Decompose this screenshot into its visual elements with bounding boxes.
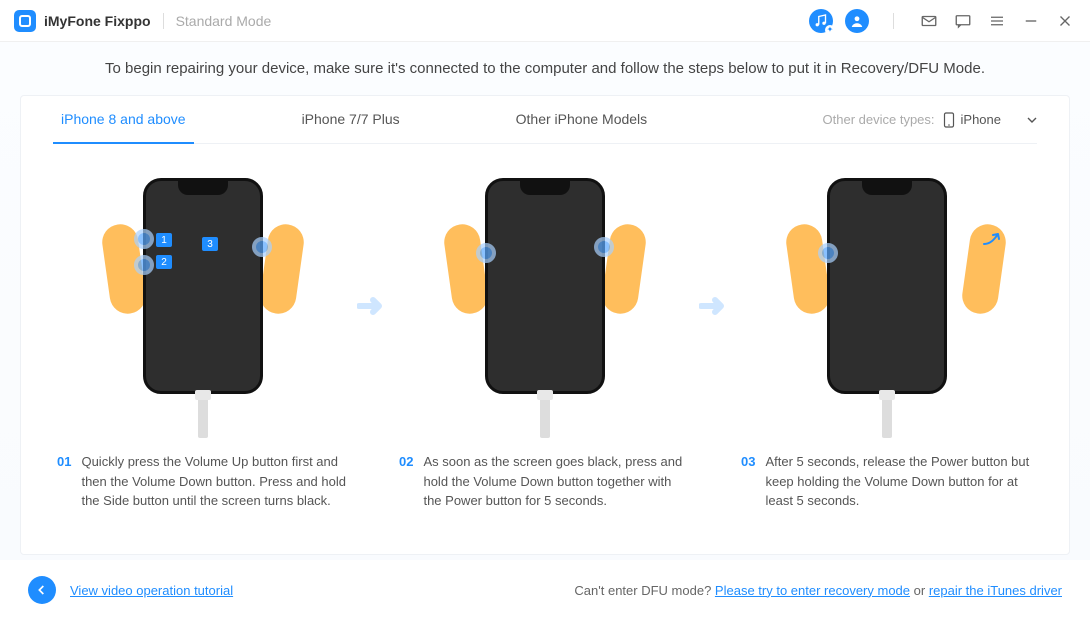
cable-icon (882, 398, 892, 438)
phone-icon: 1 2 3 (143, 178, 263, 394)
tab-iphone8[interactable]: iPhone 8 and above (53, 96, 194, 144)
step-description: As soon as the screen goes black, press … (423, 452, 691, 511)
press-indicator-icon (134, 255, 154, 275)
titlebar-icons: ✦ (809, 9, 1076, 33)
device-type-group: Other device types: iPhone (823, 112, 1037, 128)
step-1: 1 2 3 01 Quickly press the Volume Up but… (53, 174, 353, 511)
phone-icon (943, 112, 955, 128)
press-indicator-icon (252, 237, 272, 257)
instructions-card: iPhone 8 and above iPhone 7/7 Plus Other… (20, 95, 1070, 555)
step-3-illustration (792, 174, 982, 434)
badge-2: 2 (156, 255, 172, 269)
device-type-select[interactable]: iPhone (943, 112, 1037, 128)
cant-enter-label: Can't enter DFU mode? (574, 583, 715, 598)
step-number: 01 (57, 452, 71, 511)
hand-right-icon (258, 222, 306, 316)
step-3: 03 After 5 seconds, release the Power bu… (737, 174, 1037, 511)
cable-icon (540, 398, 550, 438)
or-label: or (914, 583, 929, 598)
press-indicator-icon (476, 243, 496, 263)
cable-icon (198, 398, 208, 438)
divider (163, 13, 164, 29)
comment-icon[interactable] (952, 10, 974, 32)
titlebar: iMyFone Fixppo Standard Mode ✦ (0, 0, 1090, 42)
divider (893, 13, 894, 29)
other-device-label: Other device types: (823, 112, 935, 127)
step-2-illustration (450, 174, 640, 434)
press-indicator-icon (134, 229, 154, 249)
mode-label: Standard Mode (176, 13, 272, 29)
footer: View video operation tutorial Can't ente… (0, 560, 1090, 620)
press-indicator-icon (594, 237, 614, 257)
content-area: To begin repairing your device, make sur… (0, 42, 1090, 560)
recovery-mode-link[interactable]: Please try to enter recovery mode (715, 583, 910, 598)
repair-driver-link[interactable]: repair the iTunes driver (929, 583, 1062, 598)
selected-device: iPhone (961, 112, 1001, 127)
step-1-text: 01 Quickly press the Volume Up button fi… (53, 452, 353, 511)
step-2: 02 As soon as the screen goes black, pre… (395, 174, 695, 511)
app-logo-icon (14, 10, 36, 32)
step-description: Quickly press the Volume Up button first… (81, 452, 349, 511)
close-icon[interactable] (1054, 10, 1076, 32)
step-description: After 5 seconds, release the Power butto… (765, 452, 1033, 511)
hand-right-icon (600, 222, 648, 316)
tutorial-link[interactable]: View video operation tutorial (70, 583, 233, 598)
step-3-text: 03 After 5 seconds, release the Power bu… (737, 452, 1037, 511)
intro-text: To begin repairing your device, make sur… (20, 60, 1070, 77)
app-name: iMyFone Fixppo (44, 13, 151, 29)
badge-1: 1 (156, 233, 172, 247)
steps-row: 1 2 3 01 Quickly press the Volume Up but… (53, 174, 1037, 511)
phone-icon (485, 178, 605, 394)
step-2-text: 02 As soon as the screen goes black, pre… (395, 452, 695, 511)
phone-icon (827, 178, 947, 394)
step-number: 02 (399, 452, 413, 511)
tab-iphone7[interactable]: iPhone 7/7 Plus (294, 96, 408, 144)
user-icon[interactable] (845, 9, 869, 33)
badge-3: 3 (202, 237, 218, 251)
arrow-right-icon (354, 294, 394, 318)
footer-help: Can't enter DFU mode? Please try to ente… (574, 583, 1062, 598)
chevron-down-icon (1027, 117, 1037, 123)
music-note-icon[interactable]: ✦ (809, 9, 833, 33)
back-button[interactable] (28, 576, 56, 604)
tabs-row: iPhone 8 and above iPhone 7/7 Plus Other… (53, 96, 1037, 144)
hand-left-icon (784, 222, 832, 316)
step-number: 03 (741, 452, 755, 511)
release-arrow-icon (982, 228, 1010, 253)
tab-other-iphones[interactable]: Other iPhone Models (508, 96, 656, 144)
arrow-right-icon (696, 294, 736, 318)
minimize-icon[interactable] (1020, 10, 1042, 32)
hand-left-icon (442, 222, 490, 316)
menu-icon[interactable] (986, 10, 1008, 32)
step-1-illustration: 1 2 3 (108, 174, 298, 434)
press-indicator-icon (818, 243, 838, 263)
mail-icon[interactable] (918, 10, 940, 32)
